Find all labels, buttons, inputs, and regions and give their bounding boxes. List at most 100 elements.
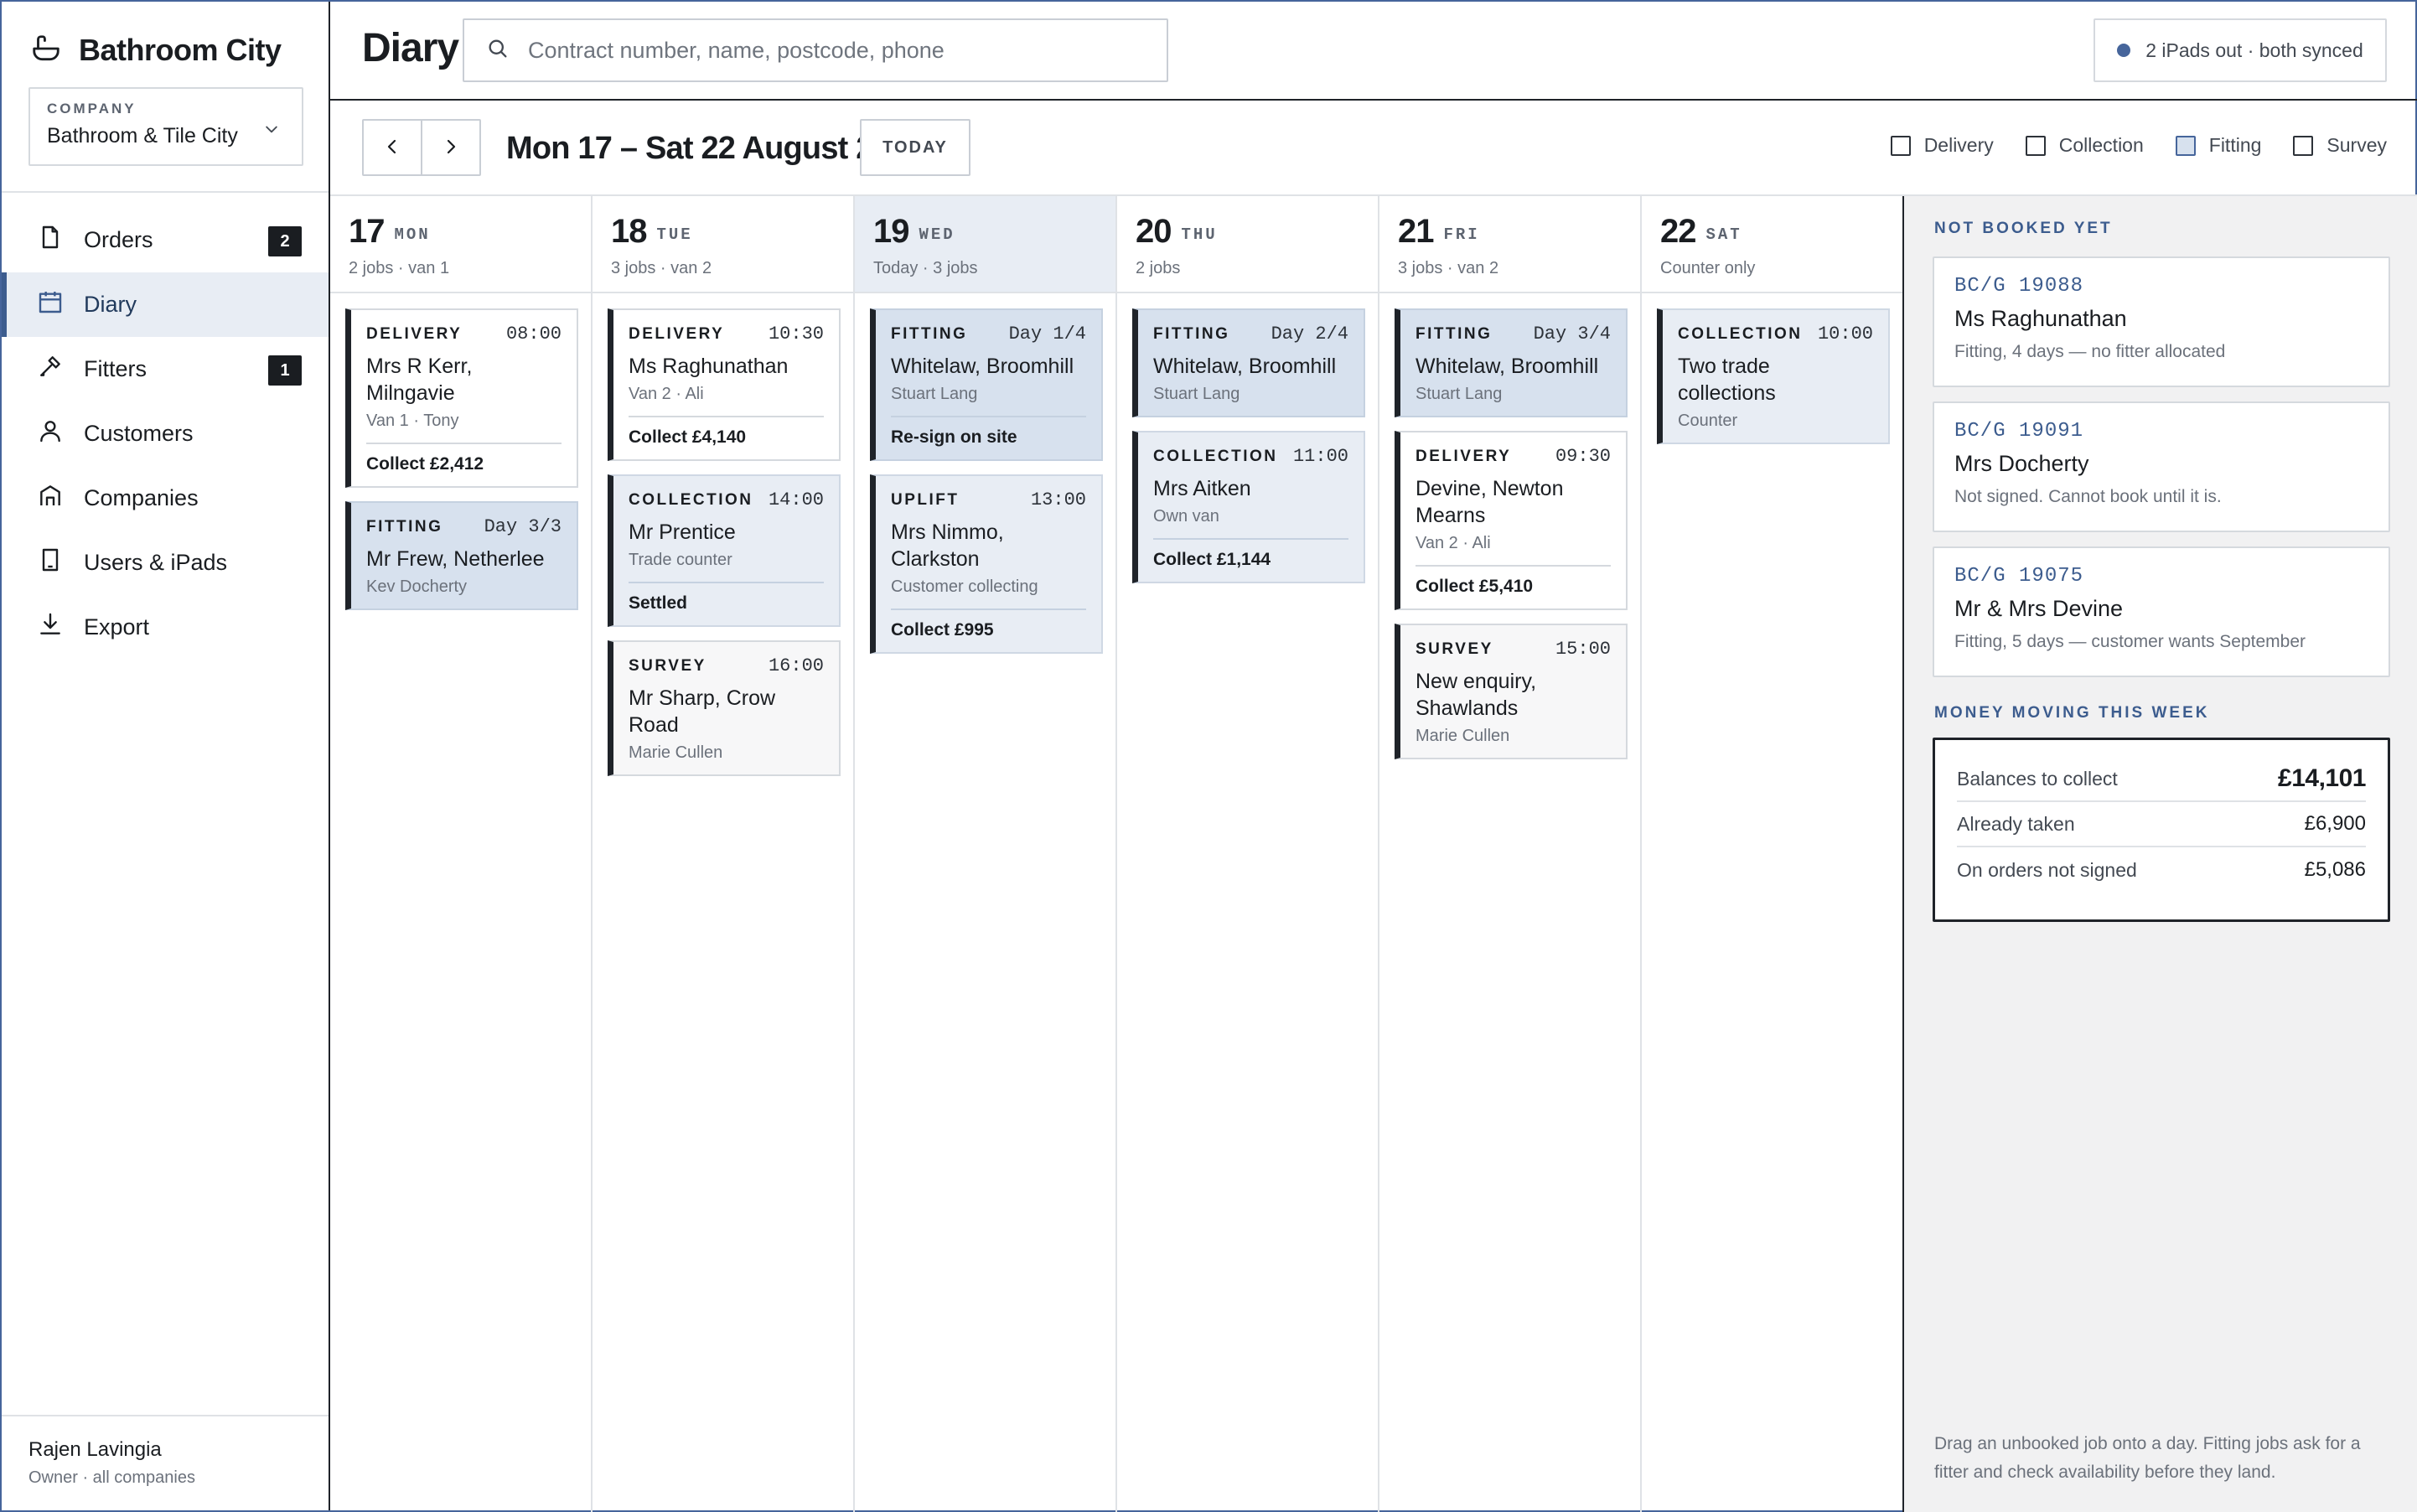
job-card[interactable]: COLLECTION 14:00 Mr Prentice Trade counte… — [608, 474, 841, 627]
unbooked-note: Fitting, 5 days — customer wants Septemb… — [1954, 632, 2306, 651]
job-assignee: Stuart Lang — [891, 385, 978, 403]
day-summary: 3 jobs · van 2 — [611, 259, 712, 277]
user-role: Owner · all companies — [28, 1468, 195, 1487]
sidebar-item-diary[interactable]: Diary — [2, 272, 329, 337]
job-card[interactable]: COLLECTION 11:00 Mrs Aitken Own van Colle… — [1132, 431, 1365, 583]
sidebar-nav: Orders 2 Diary Fitters 1 Customers Compa… — [2, 208, 329, 660]
job-card[interactable]: FITTING Day 3/3 Mr Frew, Netherlee Kev Do… — [345, 501, 578, 610]
unbooked-job-card[interactable]: BC/G 19091 Mrs Docherty Not signed. Cann… — [1933, 401, 2390, 532]
money-heading: MONEY MOVING THIS WEEK — [1934, 704, 2210, 722]
day-column-tue[interactable]: 18 TUE 3 jobs · van 2 DELIVERY 10:30 Ms Ra… — [593, 196, 855, 1512]
day-column-wed[interactable]: 19 WED Today · 3 jobs FITTING Day 1/4 Whit… — [855, 196, 1117, 1512]
company-select[interactable]: COMPANY Bathroom & Tile City — [28, 87, 303, 166]
day-header: 17 MON 2 jobs · van 1 — [330, 196, 591, 293]
job-note: Re-sign on site — [891, 416, 1086, 448]
sync-status[interactable]: 2 iPads out · both synced — [2094, 18, 2387, 82]
job-list: COLLECTION 10:00 Two trade collections Co… — [1657, 308, 1890, 458]
job-card[interactable]: FITTING Day 2/4 Whitelaw, Broomhill Stuar… — [1132, 308, 1365, 417]
job-type: SURVEY — [629, 656, 706, 675]
job-card[interactable]: COLLECTION 10:00 Two trade collections Co… — [1657, 308, 1890, 444]
job-time: 10:30 — [768, 324, 824, 344]
job-card[interactable]: UPLIFT 13:00 Mrs Nimmo, Clarkston Custome… — [870, 474, 1103, 654]
day-column-thu[interactable]: 20 THU 2 jobs FITTING Day 2/4 Whitelaw, Br… — [1117, 196, 1379, 1512]
sidebar-item-users-ipads[interactable]: Users & iPads — [2, 531, 329, 595]
job-type-filters: Delivery Collection Fitting Survey — [1859, 134, 2387, 157]
job-list: DELIVERY 10:30 Ms Raghunathan Van 2 · Ali… — [608, 308, 841, 790]
job-assignee: Stuart Lang — [1153, 385, 1240, 403]
sidebar-item-label: Diary — [84, 292, 137, 317]
sidebar-item-label: Orders — [84, 227, 153, 252]
day-name: FRI — [1443, 225, 1480, 244]
today-button[interactable]: TODAY — [860, 119, 970, 176]
job-card[interactable]: DELIVERY 10:30 Ms Raghunathan Van 2 · Ali… — [608, 308, 841, 461]
job-time: 14:00 — [768, 489, 824, 510]
brand[interactable]: Bathroom City — [30, 27, 282, 74]
sidebar-item-label: Export — [84, 614, 150, 639]
day-number: 22 — [1660, 213, 1696, 250]
money-value: £6,900 — [2304, 812, 2366, 835]
job-card[interactable]: SURVEY 16:00 Mr Sharp, Crow Road Marie Cu… — [608, 640, 841, 776]
sync-dot-icon — [2117, 44, 2131, 57]
filter-survey[interactable]: Survey — [2293, 134, 2387, 157]
chevron-right-icon — [441, 137, 461, 159]
job-type: SURVEY — [1416, 639, 1493, 658]
job-day-count: Day 3/3 — [484, 516, 562, 537]
checkbox[interactable] — [2293, 135, 2314, 156]
user-profile[interactable]: Rajen Lavingia Owner · all companies — [2, 1415, 329, 1510]
next-week-button[interactable] — [421, 119, 481, 176]
previous-week-button[interactable] — [362, 119, 422, 176]
day-name: WED — [919, 225, 955, 244]
job-type: DELIVERY — [366, 324, 463, 343]
checkbox[interactable] — [1890, 135, 1911, 156]
sidebar-item-customers[interactable]: Customers — [2, 401, 329, 466]
day-header: 18 TUE 3 jobs · van 2 — [593, 196, 853, 293]
job-list: FITTING Day 3/4 Whitelaw, Broomhill Stuar… — [1395, 308, 1628, 773]
unbooked-job-card[interactable]: BC/G 19088 Ms Raghunathan Fitting, 4 day… — [1933, 256, 2390, 387]
customer-name: Ms Raghunathan — [1954, 306, 2127, 331]
unbooked-job-card[interactable]: BC/G 19075 Mr & Mrs Devine Fitting, 5 da… — [1933, 546, 2390, 677]
checkbox[interactable] — [2175, 135, 2196, 156]
calendar-icon — [37, 288, 84, 321]
job-card[interactable]: SURVEY 15:00 New enquiry, Shawlands Marie… — [1395, 624, 1628, 759]
filter-collection[interactable]: Collection — [2025, 134, 2144, 157]
job-type: UPLIFT — [891, 490, 960, 509]
job-assignee: Marie Cullen — [629, 743, 723, 762]
day-column-fri[interactable]: 21 FRI 3 jobs · van 2 FITTING Day 3/4 Whit… — [1379, 196, 1642, 1512]
search-box[interactable] — [463, 18, 1168, 82]
job-card[interactable]: FITTING Day 1/4 Whitelaw, Broomhill Stuar… — [870, 308, 1103, 461]
job-assignee: Own van — [1153, 507, 1219, 526]
sidebar-item-export[interactable]: Export — [2, 595, 329, 660]
job-time: 13:00 — [1030, 489, 1086, 510]
job-payment: Collect £5,410 — [1416, 565, 1611, 597]
money-row-not-signed: On orders not signed £5,086 — [1957, 847, 2366, 893]
filter-delivery[interactable]: Delivery — [1890, 134, 1994, 157]
sidebar-item-orders[interactable]: Orders 2 — [2, 208, 329, 272]
job-assignee: Counter — [1678, 412, 1738, 430]
money-label: On orders not signed — [1957, 858, 2137, 881]
job-card[interactable]: FITTING Day 3/4 Whitelaw, Broomhill Stuar… — [1395, 308, 1628, 417]
sidebar-item-fitters[interactable]: Fitters 1 — [2, 337, 329, 401]
sidebar-item-companies[interactable]: Companies — [2, 466, 329, 531]
job-card[interactable]: DELIVERY 09:30 Devine, Newton Mearns Van … — [1395, 431, 1628, 610]
job-day-count: Day 2/4 — [1271, 324, 1348, 344]
job-customer: Mr Frew, Netherlee — [366, 547, 545, 571]
customer-name: Mrs Docherty — [1954, 451, 2089, 476]
day-column-sat[interactable]: 22 SAT Counter only COLLECTION 10:00 Two t… — [1642, 196, 1904, 1512]
day-header: 22 SAT Counter only — [1642, 196, 1902, 293]
job-customer: Ms Raghunathan — [629, 355, 789, 378]
job-card[interactable]: DELIVERY 08:00 Mrs R Kerr, Milngavie Van … — [345, 308, 578, 488]
sidebar: Bathroom City COMPANY Bathroom & Tile Ci… — [2, 2, 330, 1510]
job-customer: Whitelaw, Broomhill — [891, 355, 1074, 378]
sync-status-text: 2 iPads out · both synced — [2145, 39, 2363, 61]
job-list: DELIVERY 08:00 Mrs R Kerr, Milngavie Van … — [345, 308, 578, 624]
document-icon — [37, 224, 84, 256]
day-column-mon[interactable]: 17 MON 2 jobs · van 1 DELIVERY 08:00 Mrs R… — [330, 196, 593, 1512]
job-customer: Mrs Aitken — [1153, 477, 1251, 500]
checkbox[interactable] — [2025, 135, 2046, 156]
money-summary: Balances to collect £14,101 Already take… — [1933, 738, 2390, 922]
week-toolbar: Mon 17 – Sat 22 August 2026 TODAY Delive… — [330, 101, 2417, 196]
search-input[interactable] — [528, 37, 1131, 64]
day-number: 18 — [611, 213, 647, 250]
sidebar-item-label: Customers — [84, 421, 194, 446]
filter-fitting[interactable]: Fitting — [2175, 134, 2261, 157]
